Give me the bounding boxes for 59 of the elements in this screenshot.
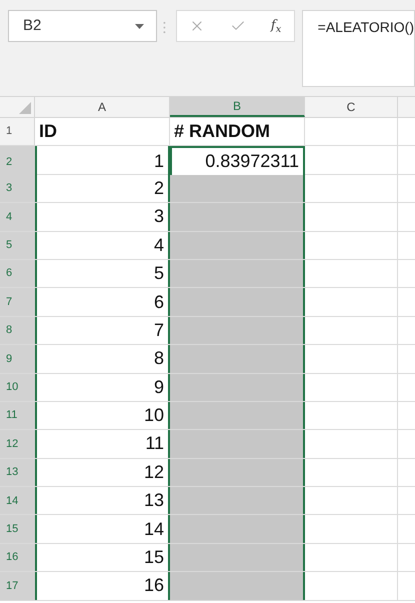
cell-value: 14	[144, 518, 164, 541]
row-header[interactable]: 11	[0, 402, 35, 430]
cell-value: 7	[154, 318, 164, 342]
cell-value: 1	[154, 150, 164, 174]
formula-field[interactable]: =ALEATORIO()	[302, 10, 415, 87]
cell-value: 16	[144, 574, 164, 598]
cell-value: 13	[144, 489, 164, 512]
column-header[interactable]: C	[305, 97, 398, 117]
cell-value: 8	[154, 347, 164, 370]
selected-cell[interactable]	[170, 430, 305, 458]
selected-cell[interactable]	[170, 374, 305, 401]
row-header[interactable]: 3	[0, 174, 35, 202]
selected-cell[interactable]	[170, 203, 305, 231]
insert-function-button[interactable]: f$_{x}$	[270, 16, 282, 36]
row-header[interactable]: 9	[0, 345, 35, 373]
selected-cell[interactable]	[170, 487, 305, 514]
name-box[interactable]: B2	[8, 10, 157, 42]
dropdown-caret-icon[interactable]	[134, 24, 144, 28]
selected-cell[interactable]	[170, 515, 305, 543]
cell-value: 6	[154, 290, 164, 314]
selected-cell[interactable]	[170, 345, 305, 373]
selected-cell[interactable]	[170, 232, 305, 259]
row-header[interactable]: 17	[0, 572, 35, 600]
selected-cell[interactable]	[170, 544, 305, 572]
cell-value: 5	[154, 262, 164, 286]
selected-cell[interactable]	[170, 572, 305, 600]
row-header[interactable]: 16	[0, 544, 35, 572]
vertical-dots-icon	[162, 21, 166, 34]
cell-value: 3	[154, 205, 164, 228]
selected-cell[interactable]	[170, 458, 305, 486]
cell-value: 11	[145, 432, 164, 456]
row-header[interactable]: 14	[0, 487, 35, 514]
cell-value: ID	[39, 120, 57, 144]
row-header[interactable]: 2	[0, 146, 35, 178]
row-header[interactable]: 12	[0, 430, 35, 458]
cell-value: 15	[144, 546, 164, 570]
selected-cell[interactable]	[170, 174, 305, 202]
cell-value: 2	[154, 176, 164, 200]
cell-value: 4	[154, 234, 164, 257]
selected-cell[interactable]	[170, 316, 305, 344]
cell-value: # RANDOM	[174, 120, 270, 144]
cell-value: 10	[144, 404, 164, 428]
row-header[interactable]: 15	[0, 515, 35, 543]
row-header[interactable]: 10	[0, 374, 35, 401]
row-header[interactable]: 13	[0, 458, 35, 486]
row-header[interactable]: 8	[0, 316, 35, 344]
row-header[interactable]: 4	[0, 203, 35, 231]
selected-cell[interactable]	[170, 402, 305, 430]
row-header[interactable]: 7	[0, 288, 35, 316]
selected-cell[interactable]	[170, 288, 305, 316]
row-header[interactable]: 1	[0, 118, 35, 146]
active-cell-value: 0.83972311	[205, 150, 299, 174]
select-all-corner-icon[interactable]	[19, 102, 31, 114]
row-header[interactable]: 6	[0, 260, 35, 288]
column-header[interactable]: B	[170, 97, 305, 117]
row-header[interactable]: 5	[0, 232, 35, 259]
cell-value: 9	[154, 376, 164, 399]
cell-value: 12	[144, 460, 164, 484]
selected-cell[interactable]	[170, 260, 305, 288]
